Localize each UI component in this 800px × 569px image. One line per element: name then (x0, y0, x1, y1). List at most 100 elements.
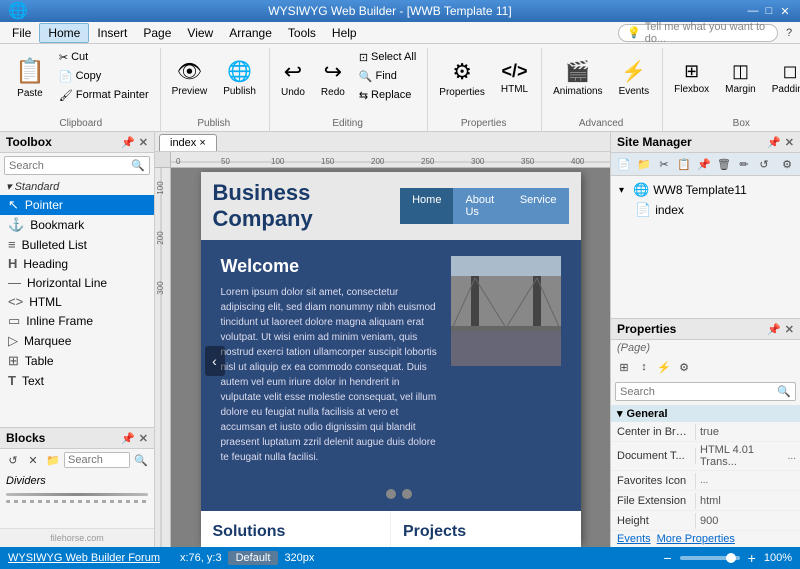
toolbox-search-icon[interactable]: 🔍 (127, 157, 149, 174)
blocks-close-icon[interactable]: ✕ (139, 432, 148, 445)
blocks-pin-icon[interactable]: 📌 (121, 432, 135, 445)
tree-item-ww8[interactable]: ▾ 🌐 WW8 Template11 (611, 180, 800, 200)
menu-home[interactable]: Home (39, 23, 89, 43)
carousel-prev-btn[interactable]: ‹ (205, 346, 225, 376)
prop-fav-icon-btn[interactable]: ... (700, 475, 708, 486)
margin-btn[interactable]: ◫ Margin (718, 48, 763, 108)
site-manager-close-icon[interactable]: ✕ (785, 136, 794, 149)
zoom-thumb[interactable] (726, 553, 736, 563)
prop-doc-type-btn[interactable]: ... (788, 451, 796, 462)
close-btn[interactable]: ✕ (778, 4, 792, 18)
nav-link-home[interactable]: Home (400, 188, 453, 224)
paste-btn[interactable]: 📋 Paste (8, 48, 52, 108)
replace-btn[interactable]: ⇆Replace (354, 86, 421, 104)
properties-search-icon[interactable]: 🔍 (773, 383, 795, 400)
prop-link-more[interactable]: More Properties (657, 533, 735, 545)
flexbox-btn[interactable]: ⊞ Flexbox (667, 48, 716, 108)
editor-tab-index[interactable]: index × (159, 134, 217, 151)
canvas-wrapper[interactable]: Business Company Home About Us Service ‹… (171, 168, 610, 547)
select-all-btn[interactable]: ⊡Select All (354, 48, 421, 66)
preview-btn[interactable]: 👁 Preview (165, 48, 215, 108)
ribbon-help-btn[interactable]: ? (782, 26, 796, 40)
properties-close-icon[interactable]: ✕ (785, 323, 794, 336)
menu-insert[interactable]: Insert (89, 24, 135, 42)
padding-btn[interactable]: ◻ Padding (765, 48, 800, 108)
sm-new-btn[interactable]: 📄 (615, 155, 633, 173)
zoom-plus-btn[interactable]: + (748, 550, 756, 566)
carousel-dot-2[interactable] (386, 489, 396, 499)
sm-paste-btn[interactable]: 📌 (695, 155, 713, 173)
menu-file[interactable]: File (4, 24, 39, 42)
zoom-minus-btn[interactable]: − (663, 550, 671, 566)
tree-item-index[interactable]: 📄 index (611, 200, 800, 220)
prop-az-btn[interactable]: ↕ (635, 358, 653, 376)
properties-search-input[interactable] (616, 384, 773, 400)
tell-me-box[interactable]: 💡 Tell me what you want to do... (618, 24, 778, 42)
find-btn[interactable]: 🔍Find (354, 67, 421, 85)
prop-lightning-btn[interactable]: ⚡ (655, 358, 673, 376)
tree-expand-ww8[interactable]: ▾ (619, 185, 629, 196)
menu-view[interactable]: View (179, 24, 221, 42)
prop-value-center-in-bro[interactable]: true (696, 424, 800, 440)
minimize-btn[interactable]: — (746, 4, 760, 18)
properties-page-label: (Page) (611, 340, 800, 356)
prop-link-events[interactable]: Events (617, 533, 651, 545)
menu-page[interactable]: Page (135, 24, 179, 42)
blocks-search-btn[interactable]: 🔍 (132, 451, 150, 469)
prop-gear-btn[interactable]: ⚙ (675, 358, 693, 376)
carousel-dot-1[interactable] (370, 489, 380, 499)
prop-value-file-ext[interactable]: html (696, 493, 800, 509)
toolbox-item-bookmark[interactable]: ⚓Bookmark (0, 215, 154, 235)
toolbox-item-html[interactable]: <>HTML (0, 292, 154, 311)
publish-btn[interactable]: 🌐 Publish (216, 48, 263, 108)
blocks-search-input[interactable] (65, 453, 129, 467)
toolbox-item-heading[interactable]: HHeading (0, 254, 154, 273)
status-text[interactable]: WYSIWYG Web Builder Forum (8, 552, 160, 564)
toolbox-close-icon[interactable]: ✕ (139, 136, 148, 149)
blocks-folder-btn[interactable]: 📁 (44, 451, 62, 469)
menu-tools[interactable]: Tools (280, 24, 324, 42)
events-btn[interactable]: ⚡ Events (612, 48, 657, 108)
cut-btn[interactable]: ✂Cut (54, 48, 154, 66)
toolbox-item-marquee[interactable]: ▷Marquee (0, 331, 154, 351)
copy-btn[interactable]: 📄Copy (54, 67, 154, 85)
undo-btn[interactable]: ↩ Undo (274, 48, 312, 108)
maximize-btn[interactable]: □ (762, 4, 776, 18)
toolbox-item-table[interactable]: ⊞Table (0, 351, 154, 371)
prop-value-height[interactable]: 900 (696, 513, 800, 529)
toolbox-item-text[interactable]: TText (0, 371, 154, 390)
sm-delete-btn[interactable]: 🗑 (715, 155, 733, 173)
toolbox-item-pointer[interactable]: ↖Pointer (0, 195, 154, 215)
prop-value-fav-icon[interactable]: ... (696, 473, 800, 488)
sm-folder-btn[interactable]: 📁 (635, 155, 653, 173)
properties-pin-icon[interactable]: 📌 (767, 323, 781, 336)
sm-rename-btn[interactable]: ✏ (735, 155, 753, 173)
nav-link-service[interactable]: Service (508, 188, 569, 224)
zoom-slider[interactable] (680, 556, 740, 560)
sm-settings-btn[interactable]: ⚙ (778, 155, 796, 173)
toolbox-item-inline-frame[interactable]: ▭Inline Frame (0, 311, 154, 331)
blocks-add-btn[interactable]: ✕ (24, 451, 42, 469)
properties-general-header[interactable]: ▾ General (611, 405, 800, 422)
sm-refresh-btn[interactable]: ↺ (755, 155, 773, 173)
sm-cut-btn[interactable]: ✂ (655, 155, 673, 173)
properties-btn[interactable]: ⚙ Properties (432, 48, 492, 108)
html-btn[interactable]: </> HTML (494, 48, 535, 108)
page-default-btn[interactable]: Default (228, 551, 279, 565)
prop-sort-btn[interactable]: ⊞ (615, 358, 633, 376)
toolbox-search-input[interactable] (5, 158, 127, 174)
redo-btn[interactable]: ↪ Redo (314, 48, 352, 108)
toolbox-item-horizontal-line[interactable]: —Horizontal Line (0, 273, 154, 292)
prop-value-doc-type[interactable]: HTML 4.01 Trans... ... (696, 442, 800, 470)
carousel-dot-3[interactable] (402, 489, 412, 499)
format-painter-btn[interactable]: 🖌Format Painter (54, 86, 154, 104)
nav-link-about[interactable]: About Us (453, 188, 507, 224)
toolbox-pin-icon[interactable]: 📌 (121, 136, 135, 149)
site-manager-pin-icon[interactable]: 📌 (767, 136, 781, 149)
menu-arrange[interactable]: Arrange (221, 24, 280, 42)
blocks-refresh-btn[interactable]: ↺ (4, 451, 22, 469)
sm-copy-btn[interactable]: 📋 (675, 155, 693, 173)
menu-help[interactable]: Help (324, 24, 365, 42)
toolbox-item-bulleted-list[interactable]: ≡Bulleted List (0, 235, 154, 254)
animations-btn[interactable]: 🎬 Animations (546, 48, 609, 108)
